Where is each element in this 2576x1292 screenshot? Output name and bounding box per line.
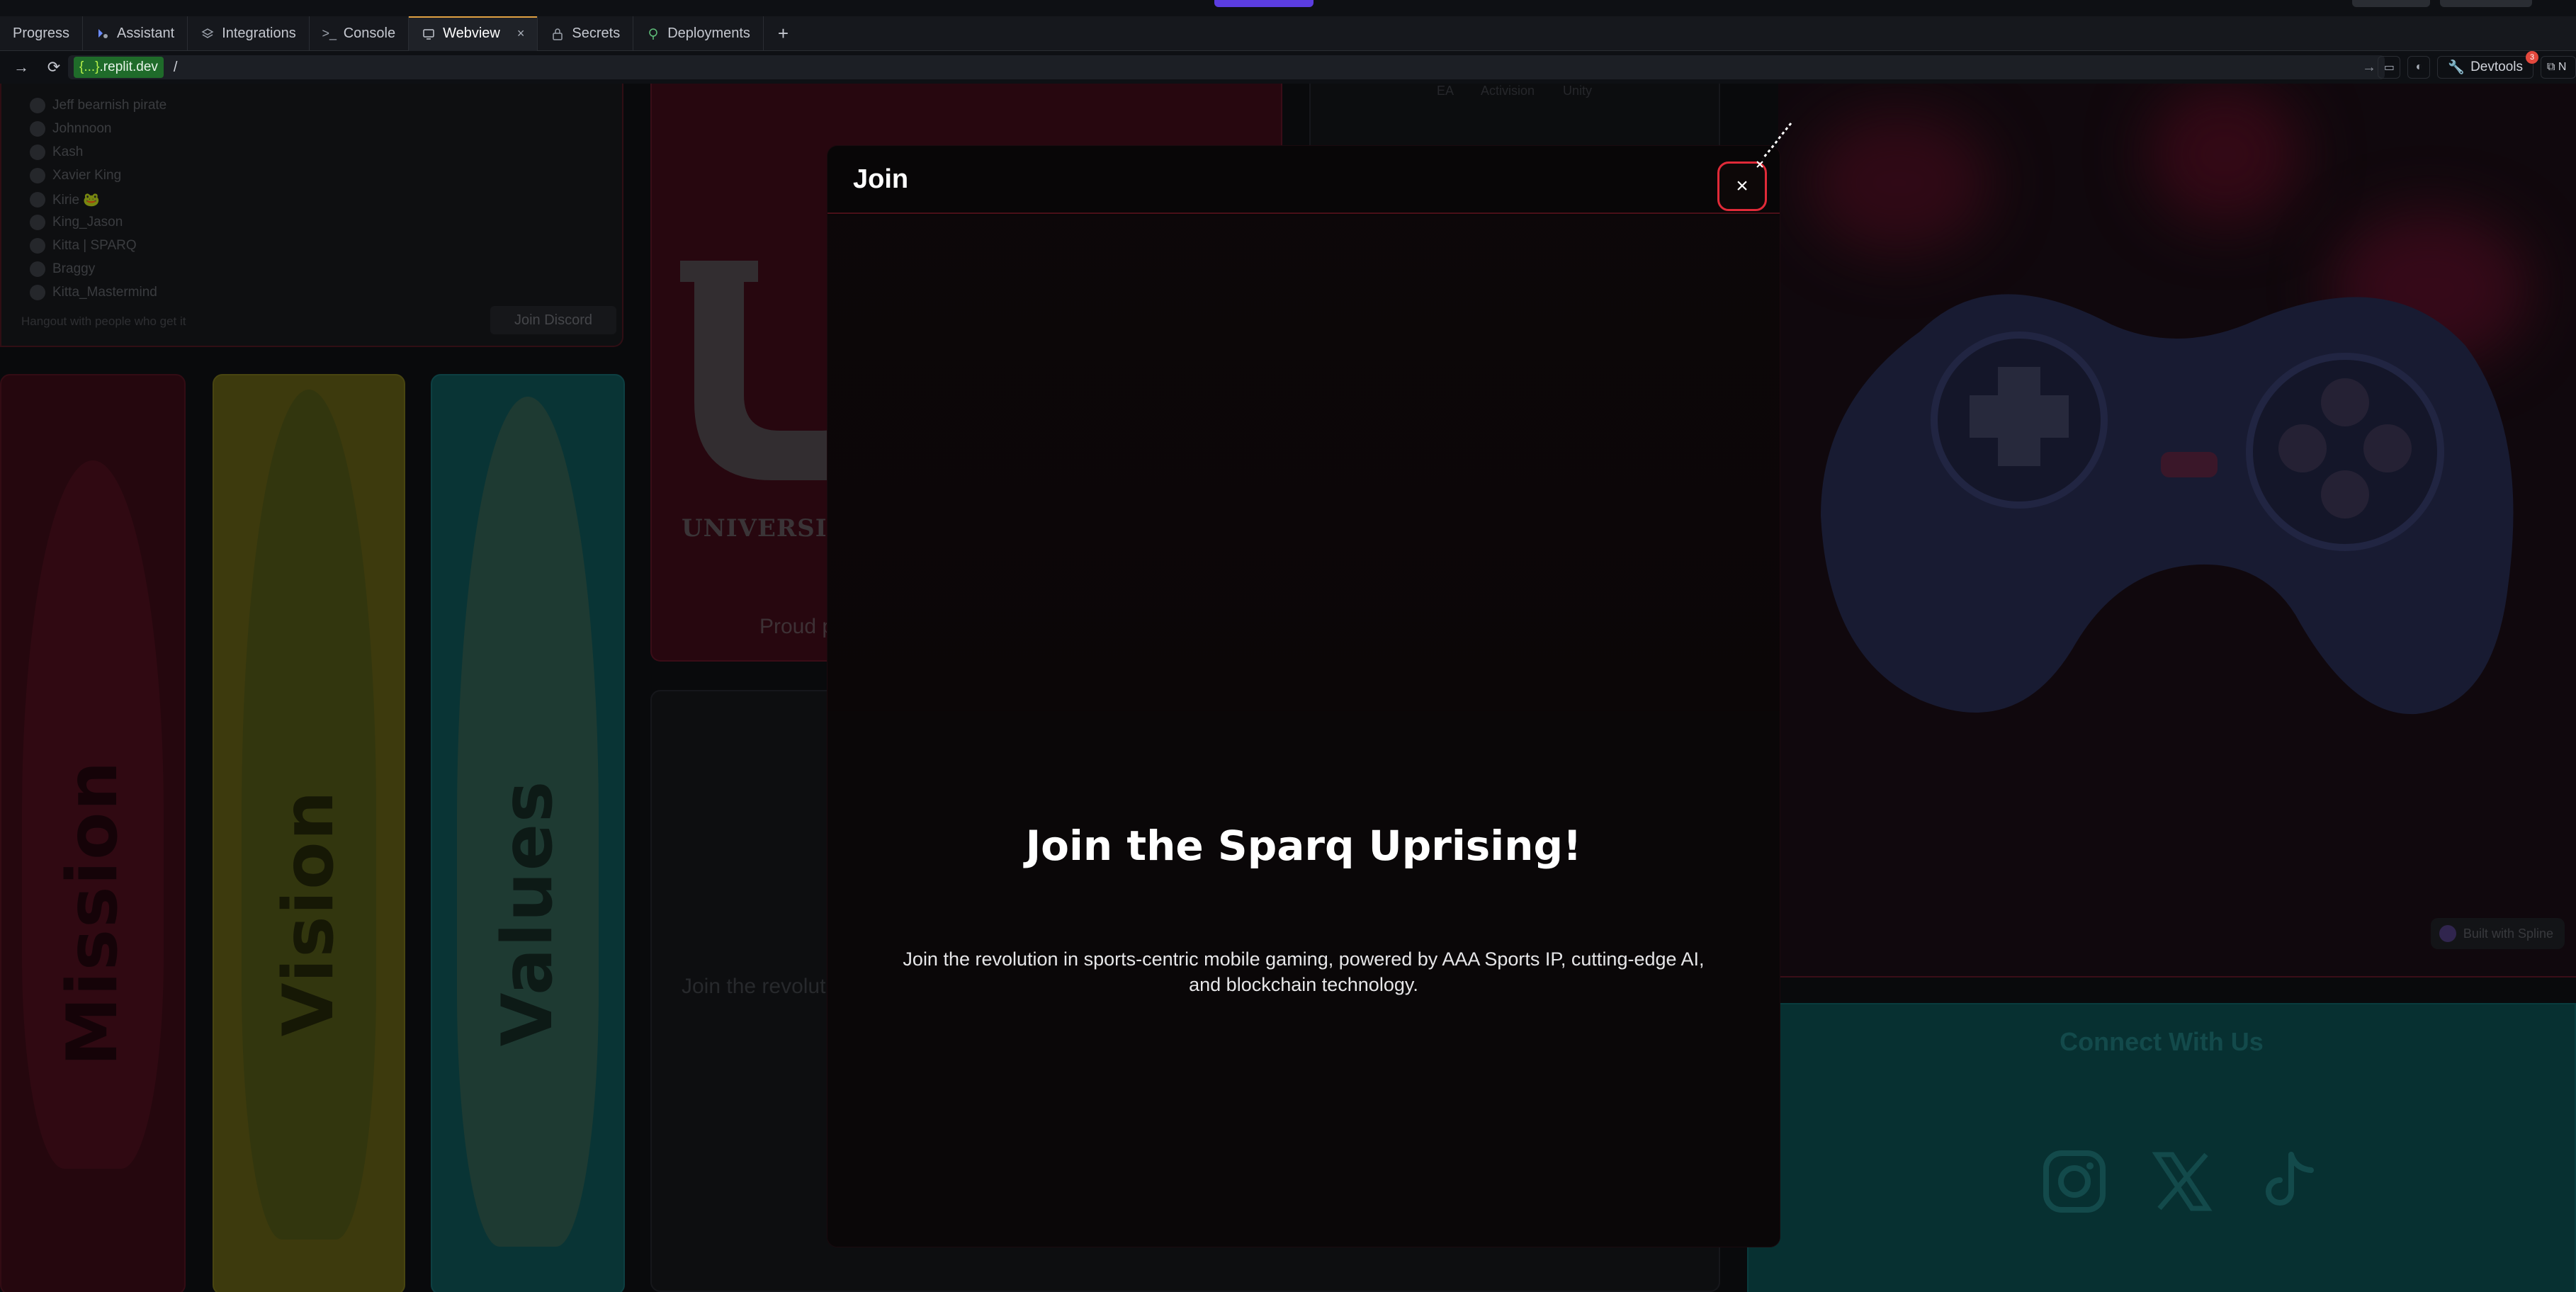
terminal-icon: >_ <box>322 26 337 40</box>
assistant-icon <box>96 27 110 41</box>
tab-label: Secrets <box>572 26 621 41</box>
close-icon: × <box>1736 174 1749 198</box>
device-preview-icon[interactable]: ▭ <box>2378 56 2401 79</box>
tab-webview[interactable]: Webview × <box>409 16 538 51</box>
tab-bar: Progress Assistant Integrations >_ Conso… <box>0 16 2576 51</box>
run-button[interactable] <box>1214 0 1314 7</box>
mouse-cursor-icon <box>1756 123 1792 168</box>
tab-label: Console <box>343 26 396 41</box>
domain-prefix: {...} <box>79 60 100 74</box>
tab-label: Webview <box>443 26 500 41</box>
modal-body: Join the Sparq Uprising! Join the revolu… <box>827 215 1780 1247</box>
devtools-label: Devtools <box>2470 60 2523 74</box>
tab-label: Progress <box>13 26 70 41</box>
modal-description: Join the revolution in sports-centric mo… <box>903 948 1705 995</box>
lock-icon <box>550 27 565 41</box>
url-path: / <box>173 59 178 75</box>
wrench-icon: 🔧 <box>2448 60 2465 75</box>
tab-secrets[interactable]: Secrets <box>538 16 634 51</box>
tab-progress[interactable]: Progress <box>0 16 84 51</box>
modal-header: Join × <box>827 146 1780 214</box>
tab-deployments[interactable]: Deployments <box>633 16 764 51</box>
join-modal: Join × Join the Sparq Uprising! Join the… <box>827 146 1780 1247</box>
layers-icon <box>200 27 215 41</box>
url-actions: ▭ ◐ 🔧 Devtools 3 ⧉ N <box>2378 51 2576 79</box>
go-arrow-icon[interactable]: → <box>2362 60 2376 76</box>
refresh-icon[interactable]: ⟳ <box>43 56 65 79</box>
devtools-badge: 3 <box>2526 51 2538 64</box>
modal-hero-image <box>827 215 1780 711</box>
plus-icon: + <box>777 23 789 44</box>
modal-title: Join <box>853 164 909 194</box>
close-tab-icon[interactable]: × <box>517 26 525 41</box>
deploy-button[interactable] <box>2440 0 2532 7</box>
tab-console[interactable]: >_ Console <box>310 16 409 51</box>
url-input[interactable]: {...}.replit.dev / → <box>68 55 2385 79</box>
screen: Progress Assistant Integrations >_ Conso… <box>0 0 2576 1292</box>
tab-integrations[interactable]: Integrations <box>188 16 310 51</box>
webview-url-bar: → ⟳ {...}.replit.dev / → ▭ ◐ 🔧 Devtools … <box>0 51 2576 84</box>
add-tab-button[interactable]: + <box>764 16 803 51</box>
arrow-right-icon[interactable]: → <box>10 56 33 79</box>
tab-label: Assistant <box>117 26 175 41</box>
modal-heading: Join the Sparq Uprising! <box>1025 822 1582 870</box>
devtools-button[interactable]: 🔧 Devtools 3 <box>2437 51 2538 79</box>
url-domain: {...}.replit.dev <box>74 57 164 78</box>
tab-label: Integrations <box>222 26 296 41</box>
tab-assistant[interactable]: Assistant <box>83 16 188 51</box>
theme-icon[interactable]: ◐ <box>2407 56 2431 79</box>
deploy-icon <box>646 27 660 41</box>
domain-suffix: .replit.dev <box>99 60 158 74</box>
open-new-tab-icon[interactable]: ⧉ N <box>2541 56 2576 79</box>
invite-button[interactable] <box>2352 0 2430 7</box>
tab-label: Deployments <box>667 26 750 41</box>
monitor-icon <box>422 27 436 41</box>
top-app-bar <box>0 0 2576 16</box>
